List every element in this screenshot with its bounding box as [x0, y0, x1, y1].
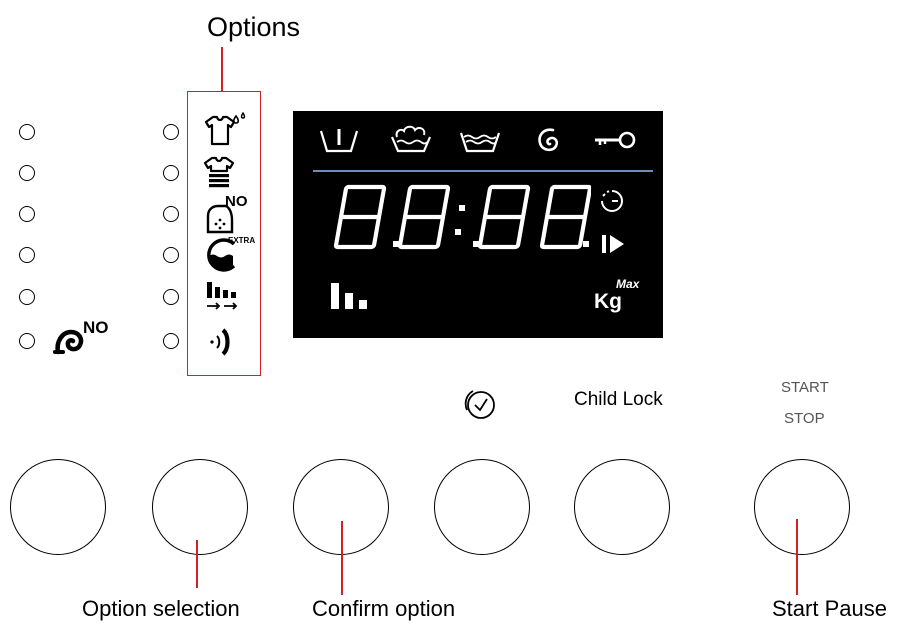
easy-iron-shirts-icon	[200, 153, 240, 189]
program-knob-1[interactable]	[10, 459, 106, 555]
led-option-1	[163, 124, 179, 140]
child-lock-label: Child Lock	[574, 389, 663, 410]
led-left-2	[19, 165, 35, 181]
led-left-3	[19, 206, 35, 222]
start-label: START	[781, 379, 829, 396]
confirm-option-leader	[341, 521, 343, 595]
option-selection-label: Option selection	[82, 596, 240, 621]
sound-icon	[204, 324, 240, 360]
options-title: Options	[207, 12, 301, 42]
lcd-display: Kg Max	[293, 111, 663, 338]
delay-timer-icon	[463, 387, 499, 423]
no-spin-label: NO	[83, 318, 109, 337]
option-selection-leader	[196, 540, 198, 588]
led-option-5	[163, 289, 179, 305]
led-left-6	[19, 333, 35, 349]
rinse-icon	[458, 127, 502, 157]
start-pause-leader	[796, 519, 798, 595]
options-leader-line	[221, 47, 223, 91]
timer-icon	[599, 188, 625, 214]
load-bars-icon	[329, 281, 389, 311]
wash-icon	[389, 123, 433, 157]
kg-label: Kg	[594, 290, 622, 313]
display-divider	[313, 170, 653, 172]
confirm-option-label: Confirm option	[312, 596, 456, 621]
led-option-4	[163, 247, 179, 263]
key-lock-icon	[593, 130, 639, 152]
prewash-icon	[319, 125, 359, 157]
no-iron-label: NO	[225, 193, 248, 210]
max-label: Max	[616, 277, 640, 291]
play-icon	[600, 232, 628, 256]
led-option-3	[163, 206, 179, 222]
led-left-4	[19, 247, 35, 263]
spin-icon	[535, 126, 563, 156]
spin-speed-icon	[204, 280, 244, 316]
led-option-6	[163, 333, 179, 349]
stop-label: STOP	[784, 410, 825, 427]
child-lock-button[interactable]	[574, 459, 670, 555]
led-left-1	[19, 124, 35, 140]
start-pause-label: Start Pause	[772, 596, 887, 621]
start-stop-button[interactable]	[754, 459, 850, 555]
extra-rinse-label: EXTRA	[228, 236, 256, 245]
seven-segment-digits	[331, 183, 591, 255]
led-option-2	[163, 165, 179, 181]
delay-timer-button[interactable]	[434, 459, 530, 555]
option-selection-button[interactable]	[152, 459, 248, 555]
led-left-5	[19, 289, 35, 305]
stain-shirt-icon	[200, 112, 248, 148]
